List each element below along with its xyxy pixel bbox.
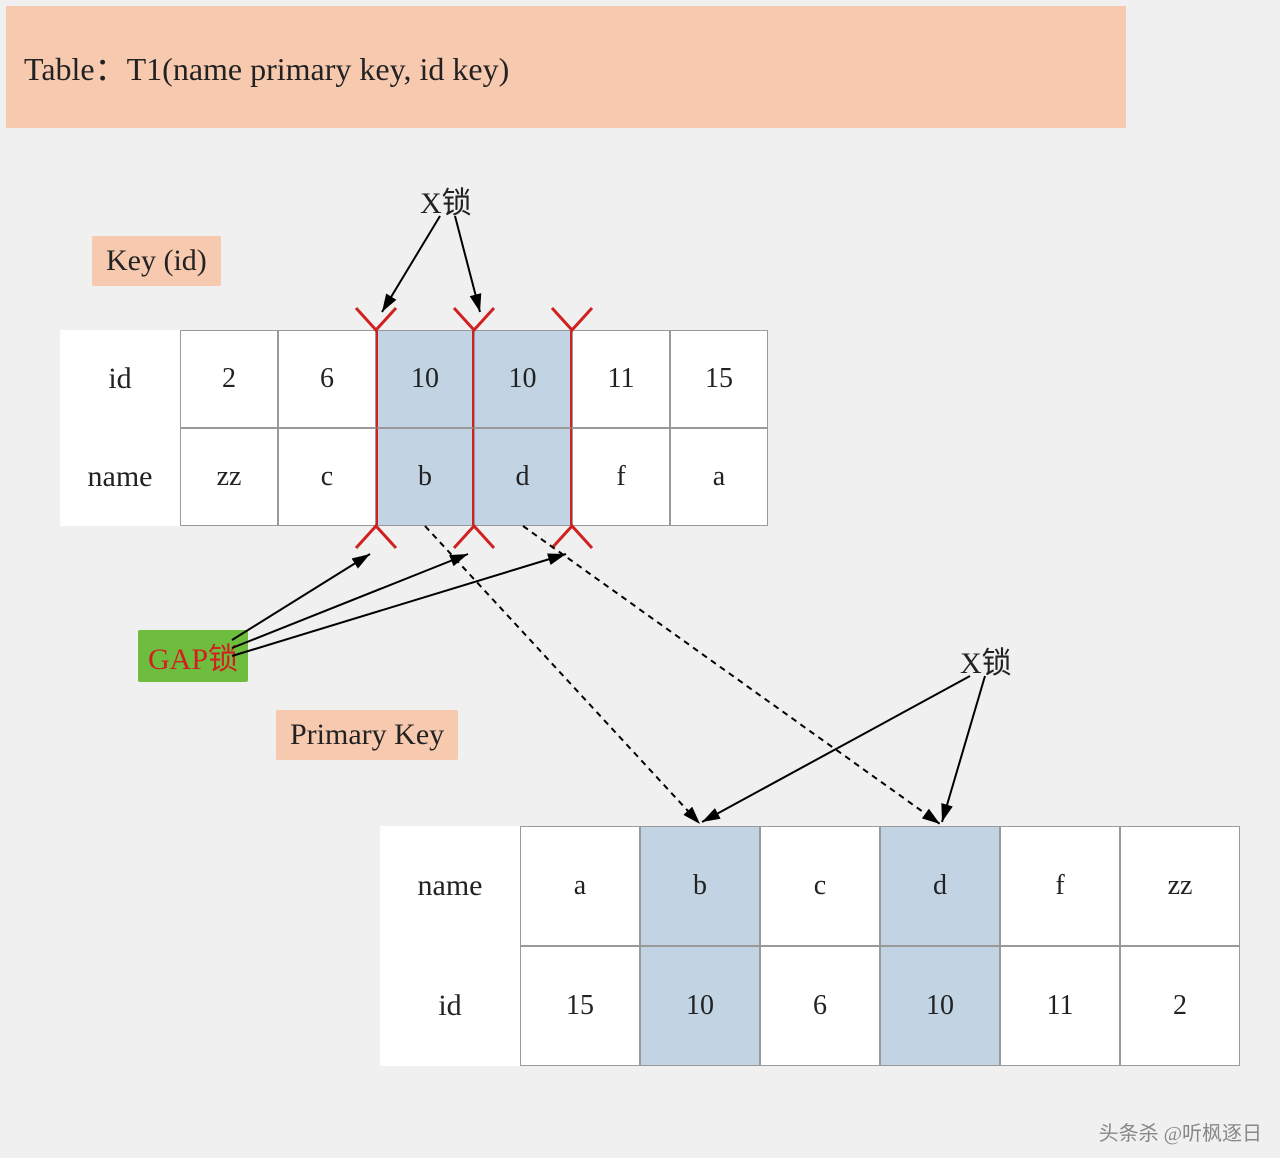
table-cell: 15 [520, 946, 640, 1066]
secondary-index-table: id2610101115namezzcbdfa [60, 330, 768, 526]
link-d [523, 526, 940, 824]
table-cell: a [520, 826, 640, 946]
x-lock-bottom-text: X锁 [960, 647, 1012, 680]
primary-key-label-text: Primary Key [290, 718, 444, 751]
table-cell: b [640, 826, 760, 946]
table-cell: f [1000, 826, 1120, 946]
table-cell: 10 [376, 330, 474, 428]
table-cell: d [474, 428, 572, 526]
table-definition-header: Table：T1(name primary key, id key) [6, 6, 1126, 128]
caret-top-2 [454, 308, 494, 330]
gap-arrow-2 [232, 554, 468, 648]
link-b [425, 526, 700, 824]
caret-bot-1 [356, 526, 396, 548]
row-label-id: id [380, 946, 520, 1066]
table-cell: a [670, 428, 768, 526]
x-lock-top-text: X锁 [420, 187, 472, 220]
key-id-label: Key (id) [92, 236, 221, 286]
table-cell: 2 [1120, 946, 1240, 1066]
table-cell: f [572, 428, 670, 526]
table-cell: b [376, 428, 474, 526]
table-cell: 6 [278, 330, 376, 428]
row-label-name: name [380, 826, 520, 946]
xlock-arrow-1 [382, 216, 440, 312]
table-cell: 10 [640, 946, 760, 1066]
table-cell: 10 [880, 946, 1000, 1066]
table-cell: zz [1120, 826, 1240, 946]
table-cell: 2 [180, 330, 278, 428]
caret-top-3 [552, 308, 592, 330]
table-cell: 15 [670, 330, 768, 428]
table-cell: zz [180, 428, 278, 526]
gap-arrow-3 [232, 554, 566, 656]
key-id-label-text: Key (id) [106, 244, 207, 277]
gap-lock-label: GAP锁 [138, 630, 248, 682]
xlock-b-arrow-2 [942, 676, 985, 822]
primary-key-table: nameabcdfzzid1510610112 [380, 826, 1240, 1066]
table-cell: c [278, 428, 376, 526]
row-label-id: id [60, 330, 180, 428]
caret-bot-3 [552, 526, 592, 548]
table-cell: 10 [474, 330, 572, 428]
watermark: 头条杀 @听枫逐日 [1099, 1117, 1262, 1146]
caret-bot-2 [454, 526, 494, 548]
primary-key-label: Primary Key [276, 710, 458, 760]
table-cell: 6 [760, 946, 880, 1066]
header-text: Table：T1(name primary key, id key) [24, 44, 509, 90]
watermark-text: 头条杀 @听枫逐日 [1099, 1123, 1262, 1145]
caret-top-1 [356, 308, 396, 330]
xlock-arrow-2 [455, 216, 480, 312]
gap-lock-text: GAP锁 [148, 643, 238, 676]
table-cell: 11 [572, 330, 670, 428]
x-lock-bottom-annotation: X锁 [960, 638, 1012, 682]
x-lock-top-annotation: X锁 [420, 178, 472, 222]
table-cell: c [760, 826, 880, 946]
table-cell: d [880, 826, 1000, 946]
gap-arrow-1 [232, 554, 370, 640]
table-cell: 11 [1000, 946, 1120, 1066]
row-label-name: name [60, 428, 180, 526]
xlock-b-arrow-1 [702, 676, 970, 822]
